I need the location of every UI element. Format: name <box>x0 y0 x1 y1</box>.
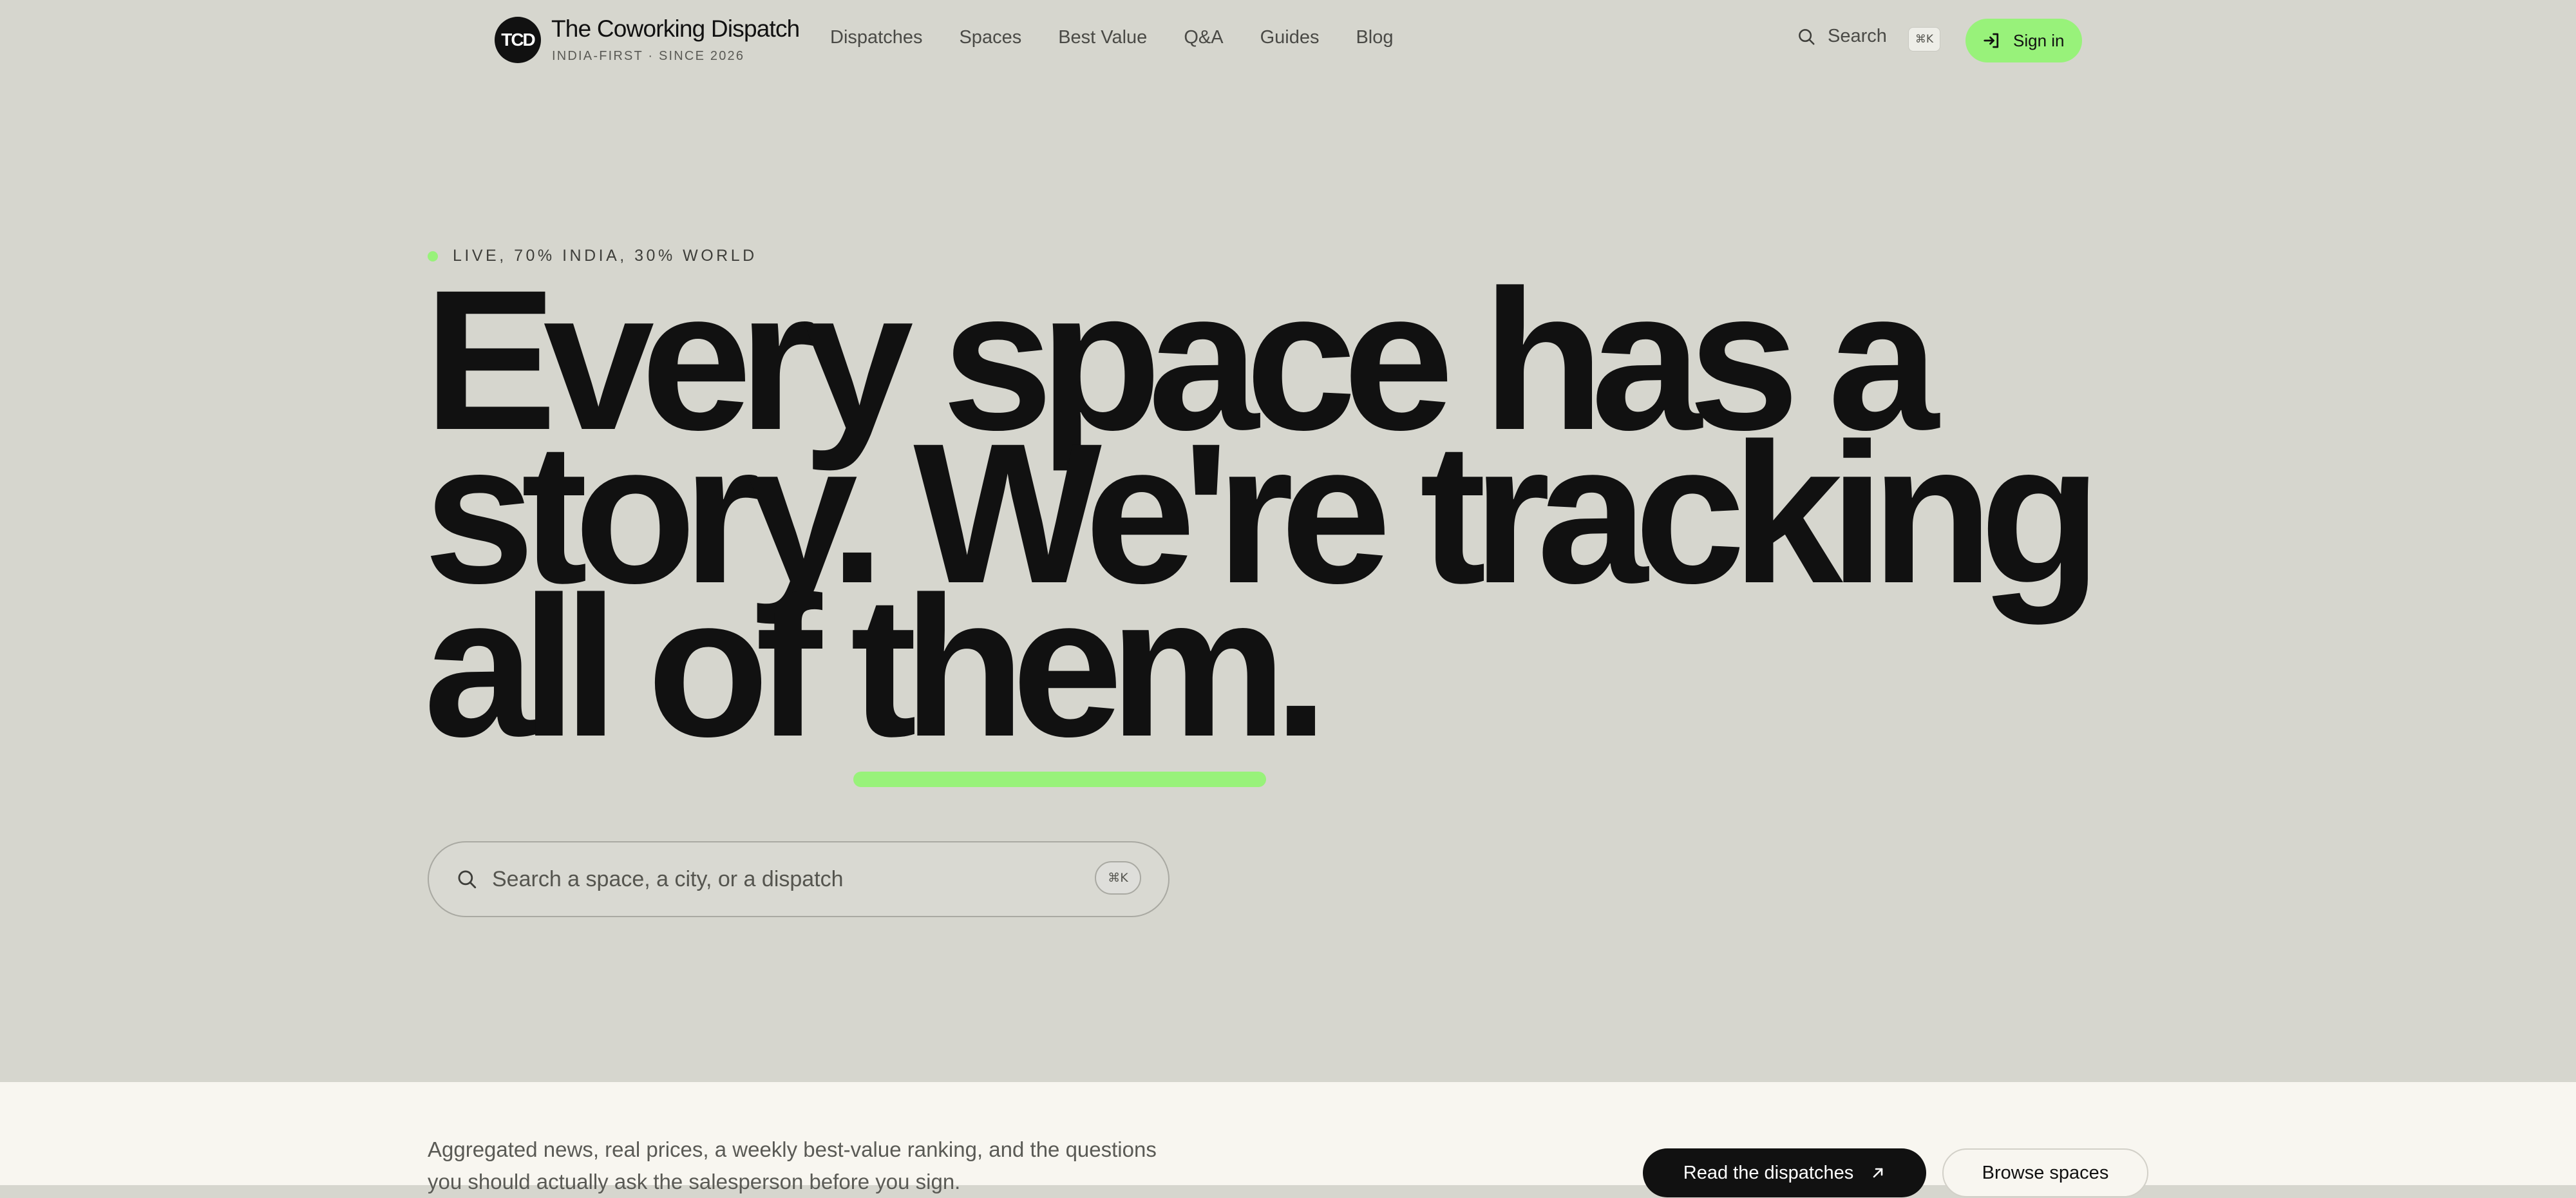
intro-band-background <box>0 1082 2576 1185</box>
sign-in-label: Sign in <box>2013 30 2065 50</box>
hero-search-input[interactable]: Search a space, a city, or a dispatch <box>428 841 1170 917</box>
main-nav: Dispatches Spaces Best Value Q&A Guides … <box>830 27 1394 48</box>
search-icon <box>458 870 477 889</box>
nav-link-guides[interactable]: Guides <box>1260 27 1320 48</box>
read-dispatches-button[interactable]: Read the dispatches <box>1643 1148 1926 1197</box>
header-search-button[interactable]: Search <box>1797 26 1887 47</box>
browse-spaces-label: Browse spaces <box>1982 1162 2109 1183</box>
sign-in-icon <box>1984 33 1999 48</box>
read-dispatches-label: Read the dispatches <box>1683 1162 1854 1183</box>
brand-name[interactable]: The Coworking Dispatch <box>551 15 800 43</box>
nav-link-spaces[interactable]: Spaces <box>959 27 1021 48</box>
search-shortcut-badge: ⌘K <box>1908 27 1940 52</box>
browse-spaces-button[interactable]: Browse spaces <box>1942 1148 2148 1197</box>
intro-description: Aggregated news, real prices, a weekly b… <box>428 1137 1157 1193</box>
nav-link-best-value[interactable]: Best Value <box>1058 27 1147 48</box>
site-logo[interactable]: TCD <box>495 17 541 63</box>
search-icon <box>1799 28 1815 44</box>
header-search-label: Search <box>1828 26 1887 46</box>
hero-search-shortcut-badge: ⌘K <box>1095 861 1141 895</box>
hero-headline: Every space has a story. We're tracking … <box>424 260 2549 766</box>
brand-tagline: INDIA-FIRST · SINCE 2026 <box>552 49 745 63</box>
nav-link-blog[interactable]: Blog <box>1356 27 1393 48</box>
hero-search-placeholder: Search a space, a city, or a dispatch <box>492 866 844 891</box>
arrow-up-right-icon <box>1873 1168 1883 1178</box>
nav-link-dispatches[interactable]: Dispatches <box>830 27 922 48</box>
sign-in-button[interactable]: Sign in <box>1965 19 2082 62</box>
nav-link-qa[interactable]: Q&A <box>1184 27 1223 48</box>
headline-highlight-underline <box>853 772 1266 787</box>
